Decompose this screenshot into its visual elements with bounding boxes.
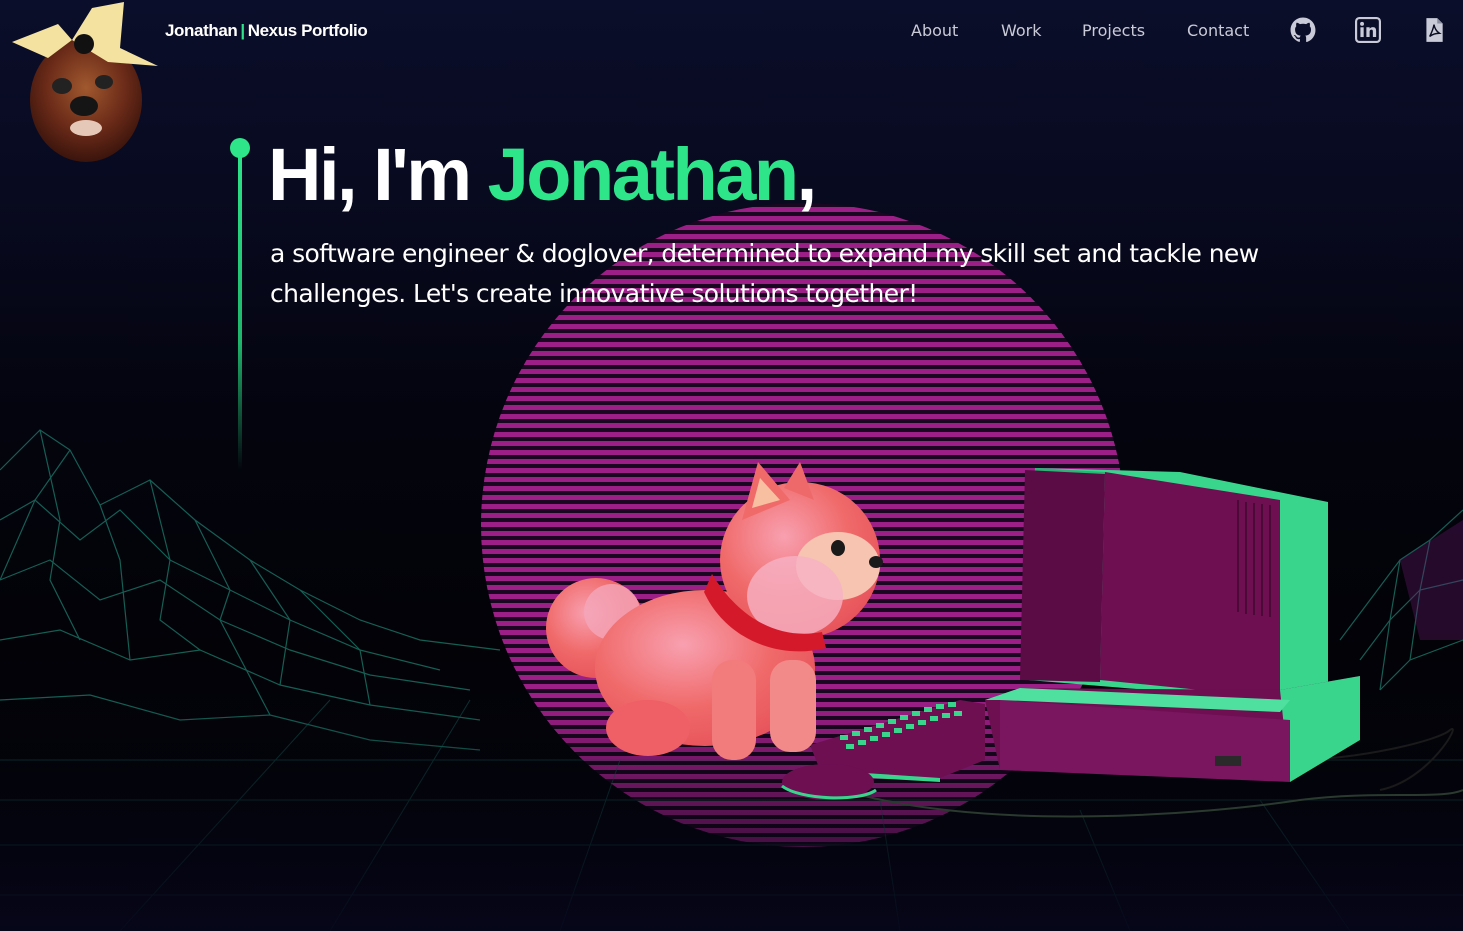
brand-separator: | [240, 21, 245, 40]
nav-about-link[interactable]: About [911, 21, 958, 40]
github-icon[interactable] [1290, 17, 1316, 43]
portfolio-page: Jonathan | Nexus Portfolio About Work Proj… [0, 0, 1463, 931]
brand-first-name: Jonathan [165, 21, 238, 40]
nav-work-link[interactable]: Work [1001, 21, 1042, 40]
brand-portfolio-name: Nexus Portfolio [247, 21, 368, 40]
brand-title[interactable]: Jonathan | Nexus Portfolio [165, 21, 368, 41]
hero-3d-scene [0, 203, 1463, 931]
avatar-logo[interactable] [12, 2, 162, 164]
nav-projects-link[interactable]: Projects [1082, 21, 1145, 40]
nav-contact-link[interactable]: Contact [1187, 21, 1249, 40]
navbar: Jonathan | Nexus Portfolio About Work Proj… [0, 0, 1463, 162]
linkedin-icon[interactable] [1355, 17, 1381, 43]
pdf-resume-icon[interactable] [1421, 17, 1447, 43]
